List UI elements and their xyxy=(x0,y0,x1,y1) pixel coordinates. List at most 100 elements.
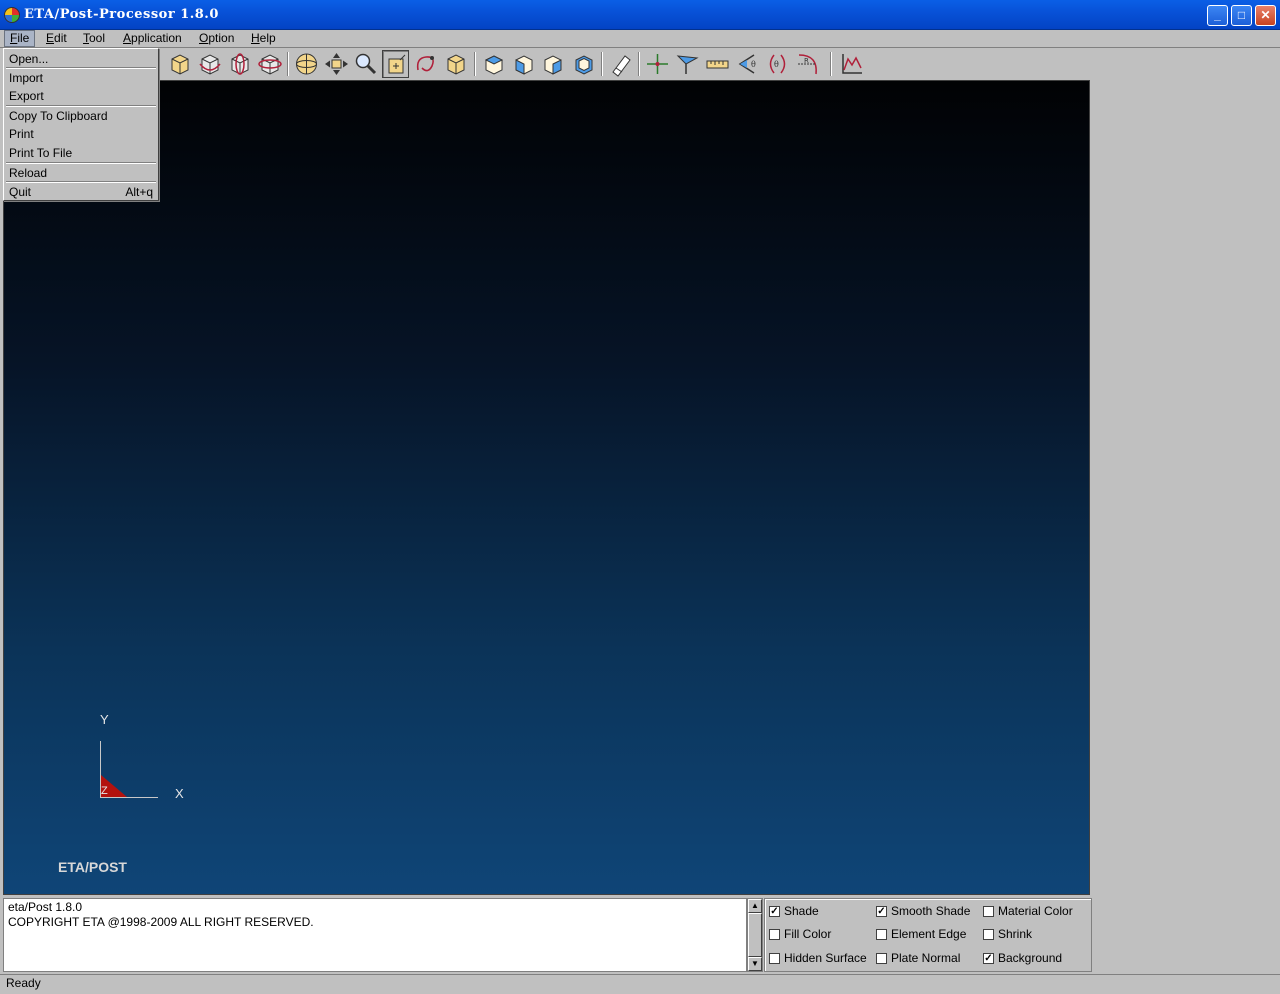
free-rotate-icon[interactable] xyxy=(412,50,439,78)
view-iso-icon[interactable] xyxy=(570,50,597,78)
option-plate-normal[interactable]: Plate Normal xyxy=(876,949,960,967)
fit-view-icon[interactable] xyxy=(442,50,469,78)
menu-item-label: Import xyxy=(9,71,44,85)
select-node-icon[interactable] xyxy=(674,50,701,78)
rotate-cube-y-icon[interactable] xyxy=(226,50,253,78)
menu-application-accel: A xyxy=(123,31,132,45)
right-side-panel xyxy=(1090,80,1280,895)
svg-text:R: R xyxy=(804,57,809,65)
console-line: eta/Post 1.8.0 xyxy=(8,900,83,914)
menu-file[interactable]: File xyxy=(4,30,36,47)
menu-help-accel: H xyxy=(251,31,260,45)
pan-arrows-icon[interactable] xyxy=(323,50,350,78)
view-side-icon[interactable] xyxy=(539,50,566,78)
option-fill-color[interactable]: Fill Color xyxy=(769,925,831,943)
menu-file-label: ile xyxy=(17,31,30,45)
menu-item-label: Quit xyxy=(9,185,32,199)
option-label: Fill Color xyxy=(784,927,832,941)
menu-bar: File Edit Tool Application Option Help xyxy=(0,30,1280,48)
option-label: Shrink xyxy=(998,927,1033,941)
app-logo-icon[interactable] xyxy=(4,7,20,23)
menu-edit[interactable]: Edit xyxy=(41,30,72,47)
checkbox-material-color[interactable] xyxy=(983,905,994,917)
option-hidden-surface[interactable]: Hidden Surface xyxy=(769,949,867,967)
menu-item-export[interactable]: Export xyxy=(6,87,156,105)
option-background[interactable]: ✓ Background xyxy=(983,949,1062,967)
curve-plot-icon[interactable] xyxy=(838,50,865,78)
checkbox-fill-color[interactable] xyxy=(769,928,780,940)
checkbox-hidden-surface[interactable] xyxy=(769,952,780,964)
sphere-rotate-icon[interactable] xyxy=(293,50,320,78)
axis-z-label: Z xyxy=(101,785,108,797)
scroll-up-arrow-icon[interactable]: ▲ xyxy=(748,899,762,913)
scroll-thumb[interactable] xyxy=(748,913,762,957)
menu-application[interactable]: Application xyxy=(118,30,187,47)
checkbox-element-edge[interactable] xyxy=(876,928,887,940)
graphics-viewport[interactable]: Y Z X ETA/POST xyxy=(3,80,1090,895)
title-bar[interactable]: ETA/Post-Processor 1.8.0 _ □ ✕ xyxy=(0,0,1280,30)
menu-item-label: Print xyxy=(9,127,34,141)
option-element-edge[interactable]: Element Edge xyxy=(876,925,966,943)
message-console[interactable]: eta/Post 1.8.0 COPYRIGHT ETA @1998-2009 … xyxy=(3,898,747,972)
checkbox-plate-normal[interactable] xyxy=(876,952,887,964)
toolbar-separator xyxy=(638,52,640,76)
menu-item-quit[interactable]: Quit Alt+q xyxy=(6,183,156,201)
rotate-cube-z-icon[interactable] xyxy=(256,50,283,78)
measure-ruler-icon[interactable] xyxy=(704,50,731,78)
option-label: Shade xyxy=(784,904,819,918)
menu-help[interactable]: Help xyxy=(246,30,281,47)
scroll-down-arrow-icon[interactable]: ▼ xyxy=(748,957,762,971)
menu-item-label: Reload xyxy=(9,166,48,180)
menu-item-import[interactable]: Import xyxy=(6,69,156,87)
view-top-icon[interactable] xyxy=(480,50,507,78)
option-shrink[interactable]: Shrink xyxy=(983,925,1032,943)
menu-item-label: Open... xyxy=(9,52,49,66)
radius-icon[interactable]: R xyxy=(794,50,821,78)
svg-text:θ: θ xyxy=(774,60,779,69)
toolbar-separator xyxy=(474,52,476,76)
angle-3pt-icon[interactable]: θ xyxy=(764,50,791,78)
menu-item-copy-to-clipboard[interactable]: Copy To Clipboard xyxy=(6,107,156,125)
axis-x-label: X xyxy=(175,786,184,801)
menu-item-print[interactable]: Print xyxy=(6,125,156,143)
menu-option-label: ption xyxy=(208,31,235,45)
option-label: Hidden Surface xyxy=(784,951,867,965)
rotate-cube-icon[interactable] xyxy=(166,50,193,78)
file-menu-dropdown: Open... Import Export Copy To Clipboard … xyxy=(3,48,159,201)
minimize-button[interactable]: _ xyxy=(1207,5,1228,26)
checkbox-shrink[interactable] xyxy=(983,928,994,940)
option-label: Background xyxy=(998,951,1063,965)
option-smooth-shade[interactable]: ✓ Smooth Shade xyxy=(876,902,970,920)
menu-option[interactable]: Option xyxy=(194,30,239,47)
toolbar-separator xyxy=(830,52,832,76)
close-button[interactable]: ✕ xyxy=(1255,5,1276,26)
menu-item-reload[interactable]: Reload xyxy=(6,164,156,182)
menu-item-label: Export xyxy=(9,89,44,103)
eraser-icon[interactable] xyxy=(607,50,634,78)
zoom-window-icon[interactable] xyxy=(382,50,409,78)
rotate-cube-x-icon[interactable] xyxy=(196,50,223,78)
checkbox-shade[interactable]: ✓ xyxy=(769,905,780,917)
angle-icon[interactable]: θ xyxy=(734,50,761,78)
toolbar: θ θ R xyxy=(0,48,1280,80)
option-shade[interactable]: ✓ Shade xyxy=(769,902,819,920)
view-front-icon[interactable] xyxy=(510,50,537,78)
option-material-color[interactable]: Material Color xyxy=(983,902,1073,920)
menu-tool-label: ool xyxy=(89,31,106,45)
zoom-magnifier-icon[interactable] xyxy=(352,50,379,78)
menu-item-open[interactable]: Open... xyxy=(6,50,156,68)
option-label: Smooth Shade xyxy=(891,904,971,918)
checkbox-smooth-shade[interactable]: ✓ xyxy=(876,905,887,917)
menu-help-label: elp xyxy=(259,31,276,45)
window-title: ETA/Post-Processor 1.8.0 xyxy=(24,7,219,22)
menu-tool[interactable]: Tool xyxy=(78,30,110,47)
axis-x-line xyxy=(100,797,158,798)
axis-y-label: Y xyxy=(100,712,109,727)
toolbar-separator xyxy=(287,52,289,76)
maximize-button[interactable]: □ xyxy=(1231,5,1252,26)
status-bar: Ready xyxy=(0,974,1280,994)
identify-point-icon[interactable] xyxy=(644,50,671,78)
menu-item-print-to-file[interactable]: Print To File xyxy=(6,144,156,162)
checkbox-background[interactable]: ✓ xyxy=(983,952,994,964)
console-scrollbar[interactable]: ▲ ▼ xyxy=(747,898,763,972)
